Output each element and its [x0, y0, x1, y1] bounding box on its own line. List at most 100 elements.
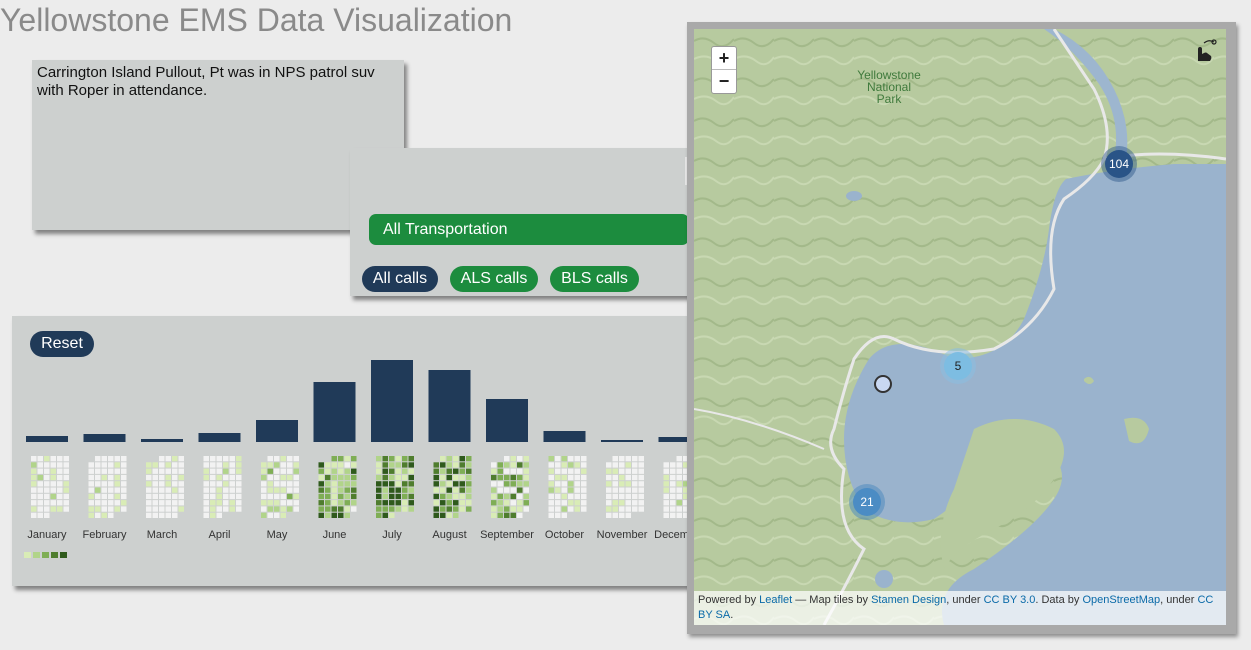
heatmap-july[interactable] [376, 456, 414, 518]
bar-april[interactable] [198, 433, 241, 442]
bar-november[interactable] [601, 440, 643, 442]
map-cluster-marker[interactable]: 21 [849, 484, 885, 520]
heatmap-cell [619, 474, 625, 481]
heatmap-cell [280, 506, 286, 512]
heatmap-cell [172, 456, 178, 462]
heatmap-cell [63, 500, 69, 506]
touch-gesture-icon[interactable] [1190, 37, 1218, 65]
stamen-link[interactable]: Stamen Design [871, 594, 946, 606]
heatmap-cell [517, 500, 523, 506]
heatmap-cell [287, 487, 293, 493]
zoom-out-button[interactable]: − [712, 70, 736, 92]
all-calls-button[interactable]: All calls [362, 266, 438, 292]
heatmap-cell [523, 474, 529, 481]
heatmap-cell [108, 456, 114, 462]
leaflet-link[interactable]: Leaflet [759, 594, 792, 606]
heatmap-august[interactable] [433, 456, 472, 518]
map-cluster-marker[interactable]: 104 [1101, 146, 1137, 182]
heatmap-cell [159, 512, 165, 518]
bar-september[interactable] [486, 399, 528, 442]
bar-july[interactable] [371, 360, 413, 442]
heatmap-cell [568, 493, 574, 500]
heatmap-cell [146, 487, 152, 493]
heatmap-october[interactable] [548, 456, 587, 518]
heatmap-february[interactable] [88, 456, 127, 518]
heatmap-cell [165, 462, 171, 468]
heatmap-cell [287, 500, 293, 506]
heatmap-cell [236, 487, 242, 493]
heatmap-cell [351, 487, 357, 493]
heatmap-cell [619, 456, 625, 462]
heatmap-cell [338, 474, 344, 481]
heatmap-cell [612, 487, 618, 493]
month-label: November [597, 529, 648, 541]
heatmap-cell [293, 456, 299, 462]
heatmap-cell [293, 493, 299, 500]
bar-january[interactable] [26, 436, 68, 442]
heatmap-cell [216, 506, 222, 512]
heatmap-cell [210, 456, 216, 462]
heatmap-cell [37, 506, 43, 512]
heatmap-cell [408, 456, 414, 462]
heatmap-cell [446, 487, 452, 493]
bar-may[interactable] [256, 420, 298, 442]
heatmap-cell [676, 456, 682, 462]
heatmap-cell [287, 462, 293, 468]
heatmap-cell [57, 468, 63, 474]
map-view[interactable]: Yellowstone National Park 104 5 21 + − P… [694, 29, 1226, 625]
heatmap-cell [203, 493, 209, 500]
heatmap-june[interactable] [318, 456, 357, 518]
heatmap-march[interactable] [146, 456, 184, 518]
heatmap-cell [261, 506, 267, 512]
heatmap-cell [165, 493, 171, 500]
heatmap-cell [663, 487, 669, 493]
heatmap-may[interactable] [261, 456, 299, 518]
heatmap-april[interactable] [203, 456, 242, 518]
selected-incident-marker[interactable] [874, 375, 892, 393]
heatmap-cell [351, 456, 357, 462]
bar-february[interactable] [83, 434, 126, 442]
als-calls-button[interactable]: ALS calls [450, 266, 538, 292]
osm-link[interactable]: OpenStreetMap [1082, 594, 1160, 606]
heatmap-cell [274, 468, 280, 474]
heatmap-cell [402, 468, 408, 474]
heatmap-cell [561, 481, 567, 487]
heatmap-november[interactable] [606, 456, 644, 518]
transportation-filter-button[interactable]: All Transportation [369, 214, 689, 245]
heatmap-cell [446, 512, 452, 518]
heatmap-cell [376, 506, 382, 512]
bls-calls-button[interactable]: BLS calls [550, 266, 639, 292]
bar-june[interactable] [313, 382, 356, 442]
heatmap-cell [63, 456, 69, 462]
heatmap-cell [606, 468, 612, 474]
heatmap-cell [318, 512, 324, 518]
heatmap-cell [101, 474, 107, 481]
heatmap-cell [612, 462, 618, 468]
heatmap-cell [459, 506, 465, 512]
heatmap-january[interactable] [31, 456, 69, 518]
bar-march[interactable] [141, 439, 183, 442]
heatmap-cell [497, 512, 503, 518]
cluster-count: 104 [1105, 150, 1133, 178]
heatmap-cell [57, 506, 63, 512]
heatmap-cell [331, 481, 337, 487]
heatmap-cell [517, 493, 523, 500]
heatmap-cell [581, 506, 587, 512]
heatmap-cell [344, 500, 350, 506]
bar-august[interactable] [428, 370, 471, 442]
heatmap-cell [491, 512, 497, 518]
bar-october[interactable] [543, 431, 586, 442]
heatmap-cell [606, 474, 612, 481]
cc-by-link[interactable]: CC BY 3.0 [984, 594, 1036, 606]
heatmap-cell [37, 456, 43, 462]
heatmap-cell [57, 493, 63, 500]
heatmap-cell [95, 500, 101, 506]
reset-button[interactable]: Reset [30, 331, 94, 357]
heatmap-cell [146, 506, 152, 512]
zoom-in-button[interactable]: + [712, 47, 736, 70]
heatmap-cell [497, 506, 503, 512]
heatmap-cell [280, 456, 286, 462]
heatmap-cell [663, 506, 669, 512]
heatmap-september[interactable] [491, 456, 529, 518]
map-cluster-marker[interactable]: 5 [940, 348, 976, 384]
